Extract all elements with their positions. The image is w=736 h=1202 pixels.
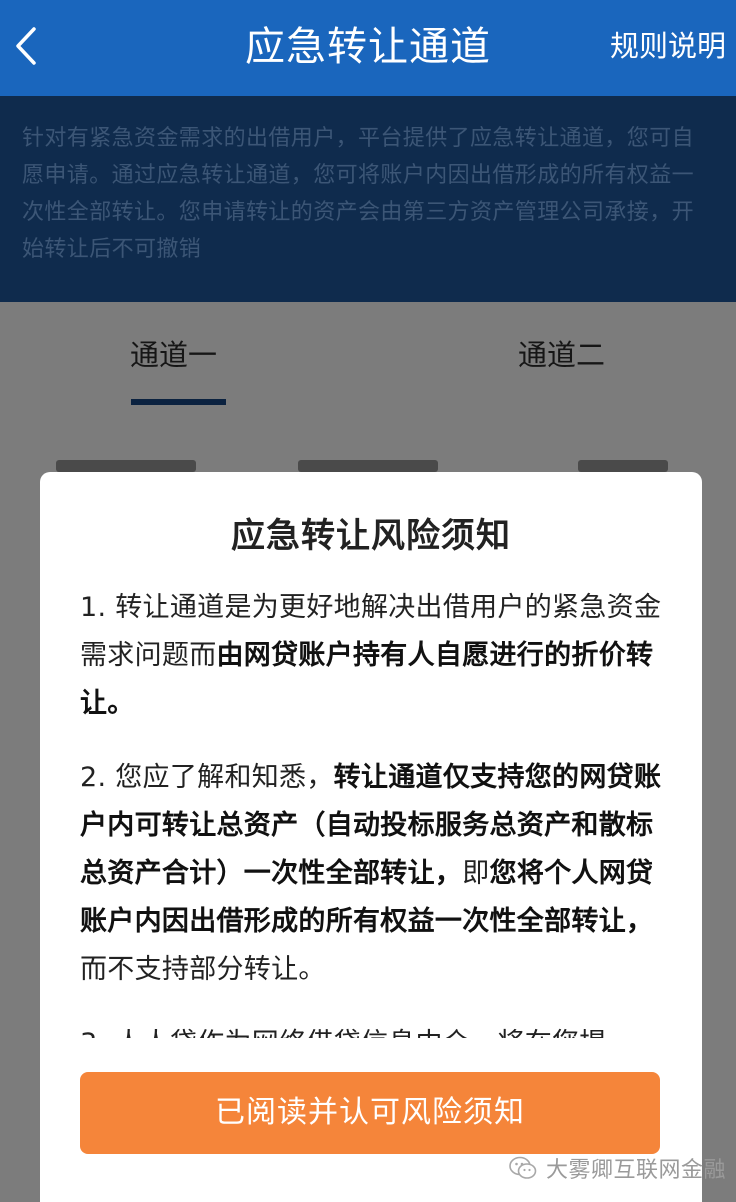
clause-2: 2. 您应了解和知悉，转让通道仅支持您的网贷账户内可转让总资产（自动投标服务总资… <box>80 754 670 994</box>
risk-notice-dialog: 应急转让风险须知 1. 转让通道是为更好地解决出借用户的紧急资金需求问题而由网贷… <box>40 472 702 1202</box>
tab-channel-two[interactable]: 通道二 <box>518 332 605 378</box>
clause-3-text: 3. 人人贷作为网络借贷信息中介，将在您提 <box>80 1028 607 1038</box>
watermark-text: 大雾卿互联网金融 <box>546 1158 727 1183</box>
rules-link[interactable]: 规则说明 <box>610 22 726 70</box>
intro-panel: 针对有紧急资金需求的出借用户，平台提供了应急转让通道，您可自愿申请。通过应急转让… <box>0 96 736 302</box>
intro-text: 针对有紧急资金需求的出借用户，平台提供了应急转让通道，您可自愿申请。通过应急转让… <box>22 126 695 262</box>
wechat-icon <box>509 1156 537 1179</box>
watermark: 大雾卿互联网金融 <box>508 1148 726 1188</box>
nav-bar: 应急转让通道 规则说明 <box>0 0 736 96</box>
clause-2-connector: 即 <box>462 858 490 889</box>
dialog-title: 应急转让风险须知 <box>231 516 511 556</box>
clause-2-tail: 而不支持部分转让。 <box>80 954 326 985</box>
page: 应急转让通道 规则说明 针对有紧急资金需求的出借用户，平台提供了应急转让通道，您… <box>0 0 736 1202</box>
clause-1: 1. 转让通道是为更好地解决出借用户的紧急资金需求问题而由网贷账户持有人自愿进行… <box>80 584 670 728</box>
clause-3: 3. 人人贷作为网络借贷信息中介，将在您提 <box>80 1020 670 1038</box>
tab-bar: 通道一 通道二 <box>0 302 736 432</box>
confirm-button[interactable]: 已阅读并认可风险须知 <box>80 1072 660 1154</box>
dialog-scroll-area[interactable]: 1. 转让通道是为更好地解决出借用户的紧急资金需求问题而由网贷账户持有人自愿进行… <box>80 584 670 1038</box>
tab-channel-one[interactable]: 通道一 <box>130 332 217 378</box>
active-tab-indicator <box>131 399 226 405</box>
clause-2-text: 2. 您应了解和知悉， <box>80 762 334 793</box>
